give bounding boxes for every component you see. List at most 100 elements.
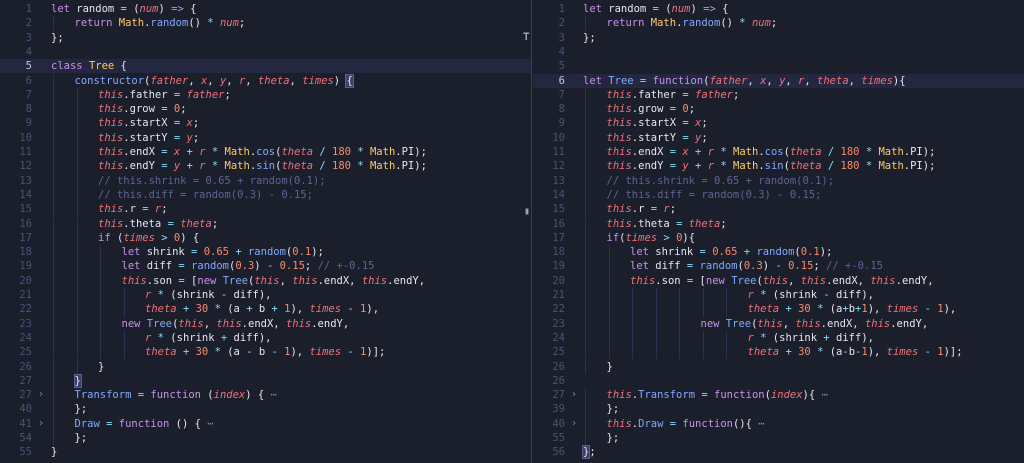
code-text[interactable]: // this.diff = random(0.3) - 0.15; [98,188,313,202]
code-line[interactable]: 5 class Tree { [0,59,531,74]
code-text[interactable]: }; [51,31,64,45]
code-text[interactable]: r * (shrink + diff), [145,331,271,345]
code-text[interactable]: this.endX = x + r * Math.cos(theta / 180… [607,145,936,159]
code-line[interactable]: 14 // this.diff = random(0.3) - 0.15; [533,187,1024,203]
code-line[interactable]: 17 if (times > 0) { [0,230,531,246]
code-text[interactable]: let random = (num) => { [51,2,196,16]
code-text[interactable]: r * (shrink - diff), [145,288,271,302]
code-line[interactable]: 27} [0,373,531,389]
code-text[interactable]: new Tree(this, this.endX, this.endY, [701,317,929,331]
code-text[interactable]: }; [75,431,88,445]
code-text[interactable]: this.startX = x; [607,116,708,130]
code-line[interactable]: 3}; [0,31,531,45]
code-text[interactable]: }; [75,402,88,416]
code-text[interactable]: this.theta = theta; [607,217,727,231]
fold-chevron-icon[interactable]: › [571,417,577,431]
fold-chevron-icon[interactable]: › [38,417,44,431]
code-text[interactable]: }; [607,431,620,445]
code-text[interactable]: this.endY = y + r * Math.sin(theta / 180… [98,159,427,173]
code-text[interactable]: } [98,360,104,374]
code-text[interactable]: new Tree(this, this.endX, this.endY, [122,317,350,331]
code-text[interactable]: }; [607,402,620,416]
code-line[interactable]: 15 this.r = r; [533,202,1024,217]
code-line[interactable]: 24 r * (shrink + diff), [533,330,1024,346]
code-text[interactable]: this.son = [new Tree(this, this.endX, th… [122,274,426,288]
code-line[interactable]: 5 [533,59,1024,73]
code-text[interactable]: this.r = r; [98,202,168,216]
code-text[interactable]: this.Draw = function(){ ⋯ [607,417,765,431]
code-text[interactable]: this.endY = y + r * Math.sin(theta / 180… [607,159,936,173]
code-text[interactable]: return Math.random() * num; [607,16,778,30]
code-line[interactable]: 21 r * (shrink - diff), [0,288,531,303]
code-line[interactable]: 6 constructor(father, x, y, r, theta, tim… [0,73,531,88]
code-line[interactable]: 19 let diff = random(0.3) - 0.15; // +-0.… [0,259,531,274]
code-text[interactable]: return Math.random() * num; [75,16,246,30]
code-line[interactable]: 23 new Tree(this, this.endX, this.endY, [533,316,1024,331]
code-text[interactable]: theta + 30 * (a - b - 1), times - 1)]; [145,345,385,359]
code-line[interactable]: 26} [0,359,531,374]
code-text[interactable]: // this.diff = random(0.3) - 0.15; [607,188,822,202]
code-text[interactable]: this.r = r; [607,202,677,216]
code-line[interactable]: 27 › this.Transform = function(index){ ⋯ [533,388,1024,403]
code-line[interactable]: 25 theta + 30 * (a-b-1), times - 1)]; [533,345,1024,360]
code-line[interactable]: 4 [0,45,531,59]
code-text[interactable]: // this.shrink = 0.65 + random(0.1); [98,174,326,188]
code-line[interactable]: 55} [0,445,531,459]
code-text[interactable]: let diff = random(0.3) - 0.15; // +-0.15 [630,259,883,273]
code-line[interactable]: 7 this.father = father; [0,87,531,103]
left-editor-pane[interactable]: 1 let random = (num) => {2 return Math.ran… [0,0,532,463]
code-text[interactable]: this.startY = y; [607,131,708,145]
code-line[interactable]: 55}; [533,431,1024,446]
code-line[interactable]: 9 this.startX = x; [533,116,1024,131]
fold-chevron-icon[interactable]: › [571,388,577,402]
code-text[interactable]: let diff = random(0.3) - 0.15; // +-0.15 [122,259,375,273]
code-line[interactable]: 16 this.theta = theta; [0,216,531,231]
code-line[interactable]: 4 [533,45,1024,59]
code-line[interactable]: 16 this.theta = theta; [533,216,1024,231]
code-line[interactable]: 17 if(times > 0){ [533,230,1024,246]
code-text[interactable]: } [73,373,82,388]
code-text[interactable]: this.startX = x; [98,116,199,130]
code-line[interactable]: 2 return Math.random() * num; [0,16,531,31]
code-line[interactable]: 22 theta + 30 * (a+b+1), times - 1), [533,302,1024,317]
code-line[interactable]: 6 let Tree = function(father, x, y, r, th… [533,73,1024,88]
code-line[interactable]: 11 this.endX = x + r * Math.cos(theta / 1… [533,145,1024,160]
code-line[interactable]: 9 this.startX = x; [0,116,531,131]
code-line[interactable]: 1 let random = (num) => { [533,2,1024,16]
code-line[interactable]: 40}; [0,402,531,417]
code-line[interactable]: 12 this.endY = y + r * Math.sin(theta / 1… [0,159,531,174]
code-text[interactable]: }; [583,31,596,45]
code-line[interactable]: 7 this.father = father; [533,87,1024,103]
code-line[interactable]: 20 this.son = [new Tree(this, this.endX, … [0,273,531,288]
code-line[interactable]: 18 let shrink = 0.65 + random(0.1); [0,245,531,260]
code-line[interactable]: 10 this.startY = y; [0,130,531,145]
code-line[interactable]: 1 let random = (num) => { [0,2,531,16]
code-line[interactable]: 56}; [533,445,1024,460]
right-editor-pane[interactable]: 1 let random = (num) => {2 return Math.ran… [533,0,1024,463]
code-line[interactable]: 26} [533,359,1024,374]
code-line[interactable]: 22 theta + 30 * (a + b + 1), times - 1), [0,302,531,317]
code-text[interactable]: let Tree = function(father, x, y, r, the… [583,74,906,88]
code-line[interactable]: 41 › Draw = function () { ⋯ [0,416,531,431]
code-text[interactable]: theta + 30 * (a-b-1), times - 1)]; [748,345,963,359]
code-text[interactable]: if (times > 0) { [98,231,199,245]
code-line[interactable]: 2 return Math.random() * num; [533,16,1024,31]
code-text[interactable]: Transform = function (index) { ⋯ [75,388,277,402]
code-line[interactable]: 26 [533,374,1024,388]
code-line[interactable]: 11 this.endX = x + r * Math.cos(theta / 1… [0,145,531,160]
code-line[interactable]: 13 // this.shrink = 0.65 + random(0.1); [533,173,1024,188]
code-line[interactable]: 19 let diff = random(0.3) - 0.15; // +-0.… [533,259,1024,274]
code-line[interactable]: 24 r * (shrink + diff), [0,330,531,346]
code-line[interactable]: 21 r * (shrink - diff), [533,288,1024,303]
code-text[interactable]: // this.shrink = 0.65 + random(0.1); [607,174,835,188]
code-line[interactable]: 23 new Tree(this, this.endX, this.endY, [0,316,531,331]
code-line[interactable]: 20 this.son = [new Tree(this, this.endX, … [533,273,1024,288]
fold-chevron-icon[interactable]: › [38,388,44,402]
code-text[interactable]: this.father = father; [607,88,740,102]
code-text[interactable]: r * (shrink - diff), [748,288,874,302]
scrollbar-thumb[interactable]: ▮ [524,206,530,217]
code-line[interactable]: 25 theta + 30 * (a - b - 1), times - 1)]; [0,345,531,360]
code-text[interactable]: theta + 30 * (a+b+1), times - 1), [748,302,957,316]
code-line[interactable]: 54}; [0,431,531,446]
code-text[interactable]: } [51,445,57,459]
